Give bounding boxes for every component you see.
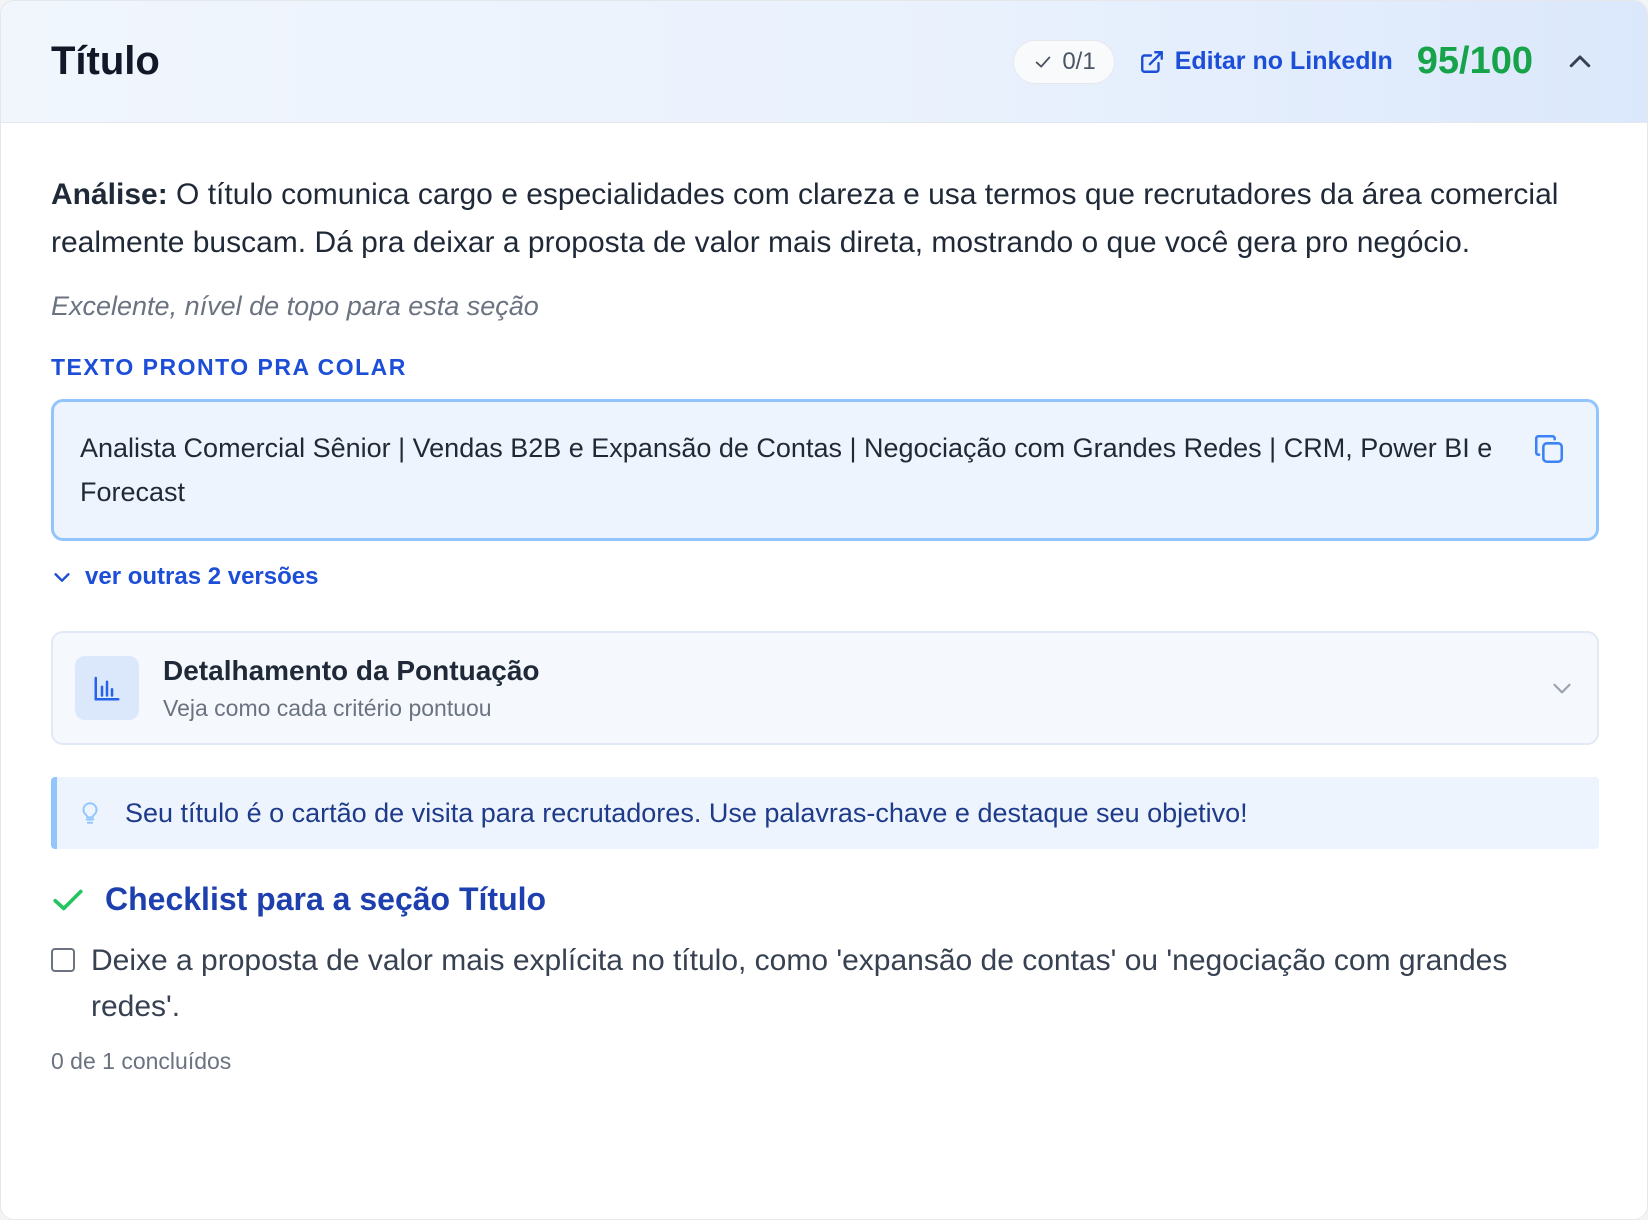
- section-title: Título: [51, 39, 160, 83]
- chevron-up-icon: [1569, 55, 1591, 67]
- ready-text-label: TEXTO PRONTO PRA COLAR: [51, 354, 407, 380]
- external-link-icon: [1140, 50, 1163, 73]
- check-icon: [1035, 56, 1051, 67]
- checklist-checkbox[interactable]: [51, 948, 75, 972]
- versions-link-label: ver outras 2 versões: [85, 563, 319, 590]
- breakdown-title: Detalhamento da Pontuação: [163, 654, 540, 686]
- tip-banner: Seu título é o cartão de visita para rec…: [51, 777, 1599, 849]
- show-other-versions-link[interactable]: ver outras 2 versões: [51, 563, 1597, 591]
- chevron-down-icon: [54, 573, 70, 582]
- chevron-down-icon: [1553, 683, 1571, 694]
- breakdown-subtitle: Veja como cada critério pontuou: [163, 694, 492, 721]
- score-verdict: Excelente, nível de topo para esta seção: [51, 291, 539, 321]
- checklist-progress: 0 de 1 concluídos: [51, 1048, 232, 1074]
- edit-link-label: Editar no LinkedIn: [1174, 47, 1393, 75]
- bar-chart-icon: [75, 656, 139, 720]
- collapse-button[interactable]: [1563, 45, 1597, 79]
- score-breakdown-accordion[interactable]: Detalhamento da Pontuação Veja como cada…: [51, 631, 1599, 745]
- ready-text-box[interactable]: Analista Comercial Sênior | Vendas B2B e…: [51, 399, 1599, 541]
- ready-text-content[interactable]: Analista Comercial Sênior | Vendas B2B e…: [80, 433, 1492, 507]
- checkmark-icon: [53, 889, 83, 910]
- checklist-item-text[interactable]: Deixe a proposta de valor mais explícita…: [91, 938, 1597, 1030]
- copy-icon[interactable]: [1532, 432, 1566, 466]
- section-score: 95/100: [1416, 40, 1533, 82]
- checklist-title: Checklist para a seção Título: [51, 881, 1597, 918]
- analysis-text: O título comunica cargo e especialidades…: [51, 178, 1559, 259]
- edit-on-linkedin-link[interactable]: Editar no LinkedIn: [1139, 47, 1393, 76]
- lightbulb-icon: [82, 802, 98, 824]
- analysis-paragraph: Análise: O título comunica cargo e espec…: [51, 171, 1597, 267]
- progress-badge: 0/1: [1013, 39, 1115, 84]
- breakdown-text: Detalhamento da Pontuação Veja como cada…: [163, 655, 1549, 722]
- title-section-card: Título 0/1 Editar no LinkedIn 95/100 Aná…: [0, 0, 1648, 1220]
- section-body: Análise: O título comunica cargo e espec…: [1, 171, 1647, 1075]
- section-header[interactable]: Título 0/1 Editar no LinkedIn 95/100: [1, 1, 1647, 123]
- progress-count: 0/1: [1062, 47, 1096, 75]
- tip-text: Seu título é o cartão de visita para rec…: [125, 797, 1248, 828]
- checklist-item[interactable]: Deixe a proposta de valor mais explícita…: [51, 938, 1597, 1030]
- checklist-title-label: Checklist para a seção Título: [105, 881, 547, 917]
- analysis-label: Análise:: [51, 178, 168, 211]
